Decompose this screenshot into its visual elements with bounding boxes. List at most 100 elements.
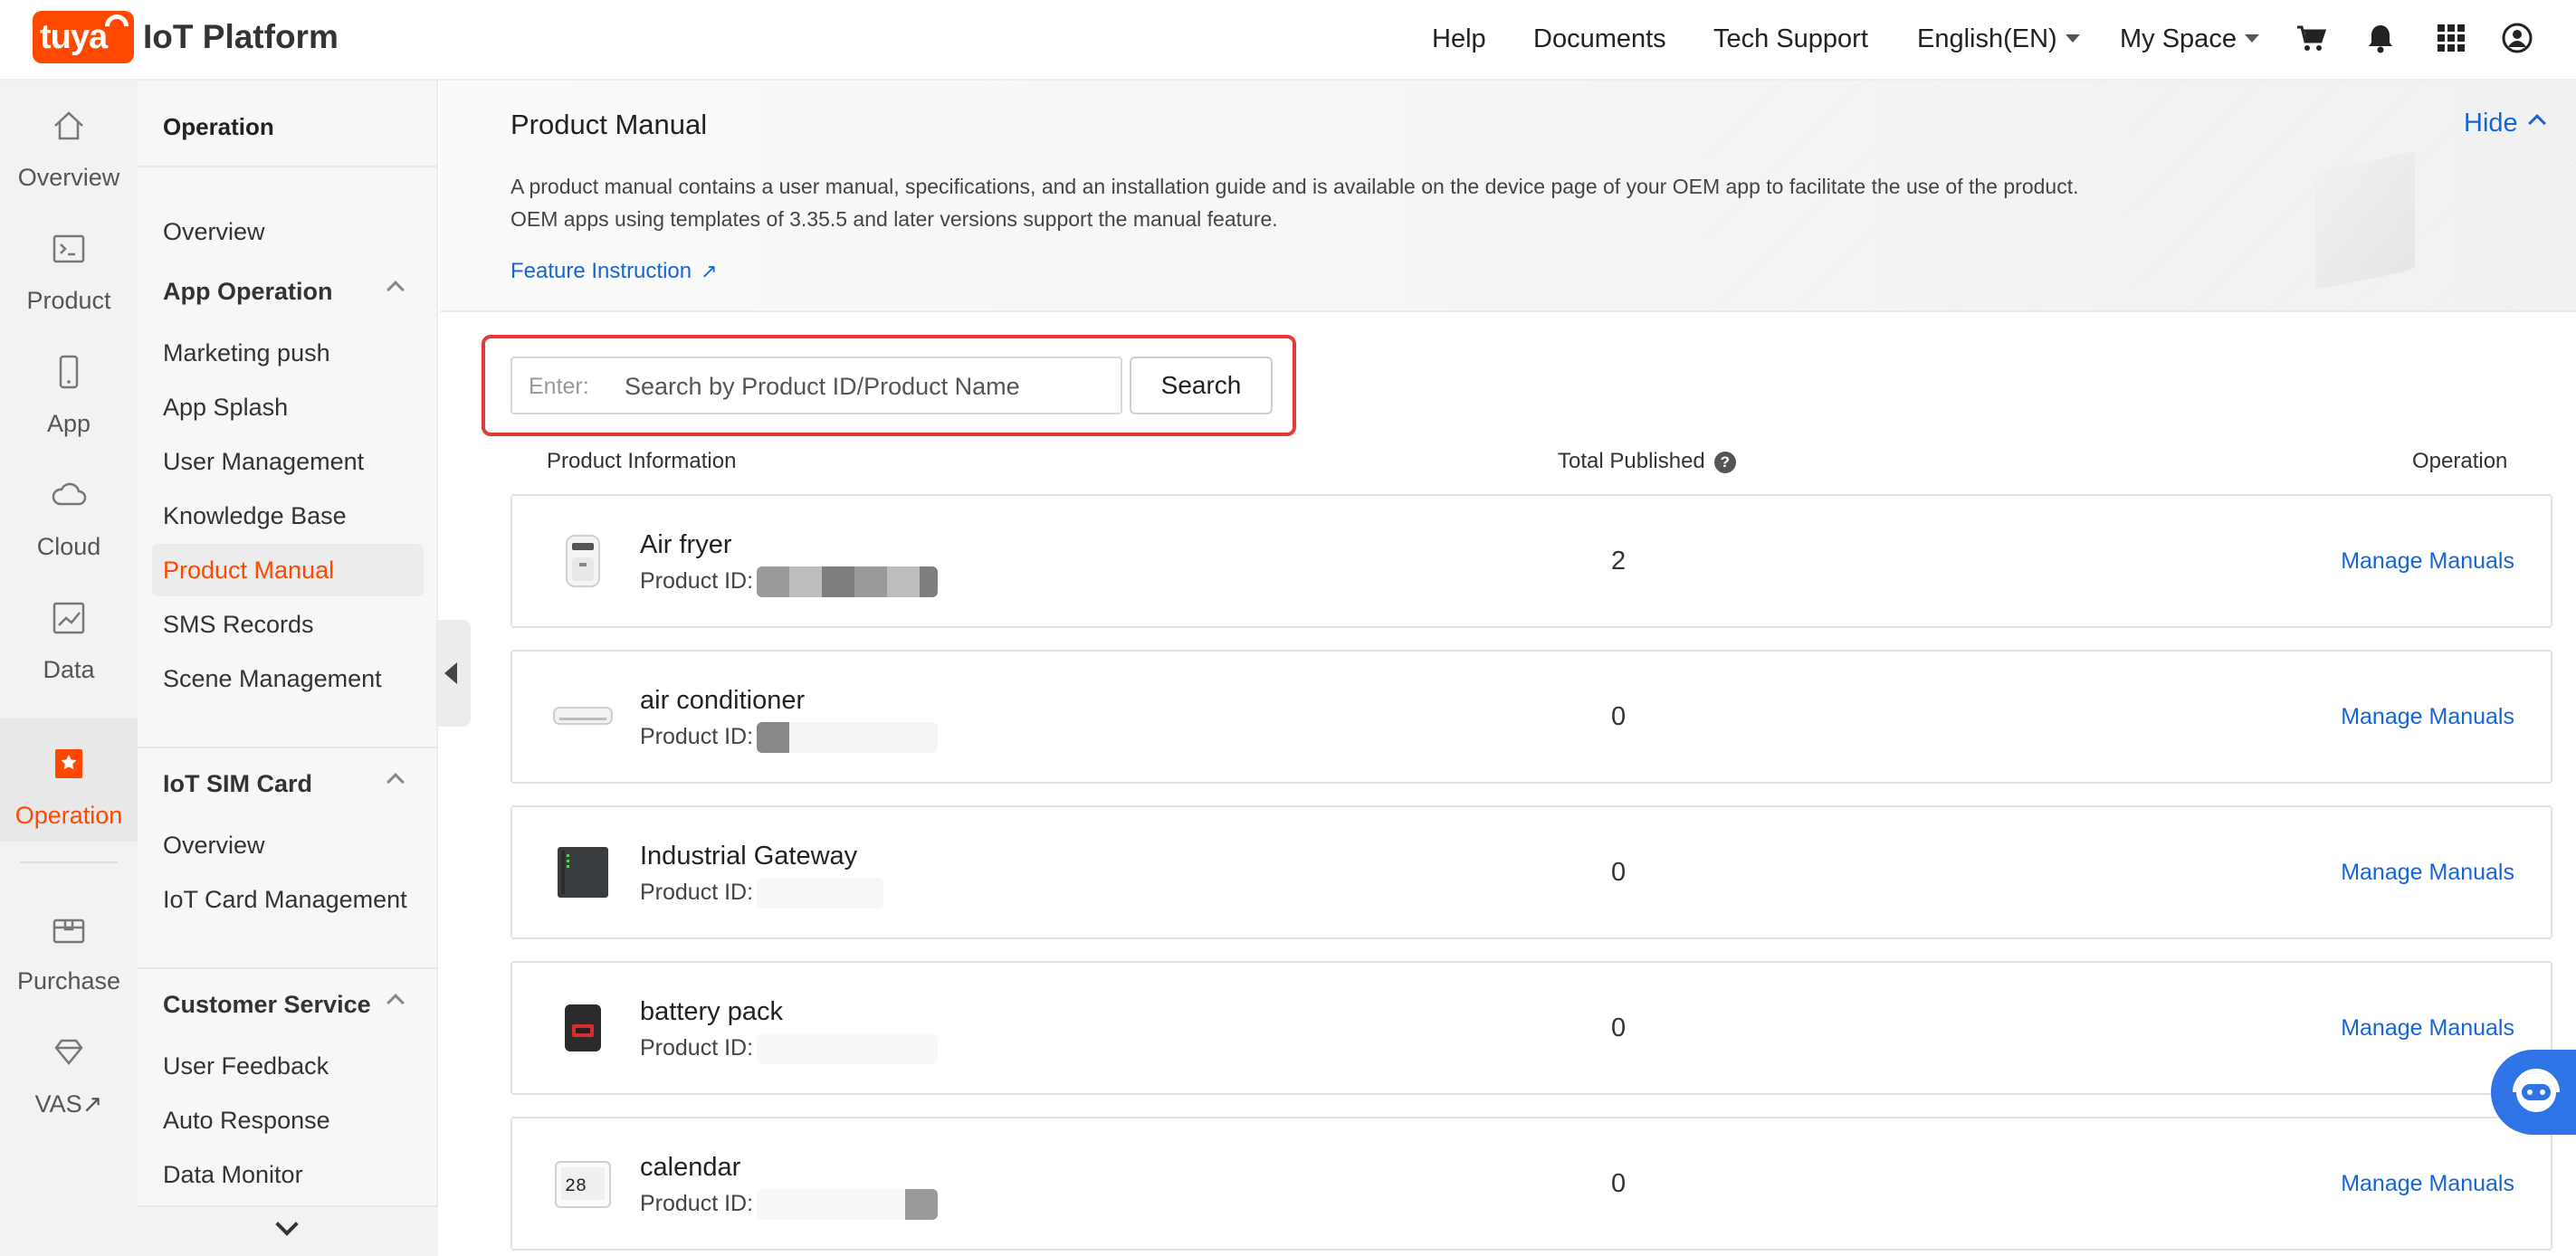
search-prefix: Enter: bbox=[529, 374, 589, 399]
manage-manuals-link[interactable]: Manage Manuals bbox=[2341, 1171, 2514, 1197]
manage-manuals-link[interactable]: Manage Manuals bbox=[2341, 860, 2514, 886]
rail-item-operation[interactable]: Operation bbox=[0, 718, 138, 842]
chevron-down-icon bbox=[275, 1213, 299, 1236]
logo-badge-text: tuya bbox=[40, 18, 108, 56]
sidebar-item-sim-overview[interactable]: Overview bbox=[163, 832, 265, 860]
calendar-thumbnail: 28 bbox=[555, 1161, 611, 1208]
product-id-label: Product ID: bbox=[640, 880, 754, 905]
hide-banner-link[interactable]: Hide bbox=[2464, 109, 2546, 138]
description-line-1: A product manual contains a user manual,… bbox=[510, 175, 2079, 198]
chart-icon bbox=[52, 602, 85, 634]
manage-manuals-link[interactable]: Manage Manuals bbox=[2341, 704, 2514, 730]
primary-rail: Overview Product App Cloud Data Operatio… bbox=[0, 81, 138, 1256]
rail-label: Purchase bbox=[16, 967, 121, 994]
chevron-down-icon bbox=[2065, 33, 2080, 43]
product-id-label: Product ID: bbox=[640, 568, 754, 594]
divider bbox=[138, 166, 438, 167]
sidebar-item-auto-response[interactable]: Auto Response bbox=[163, 1107, 330, 1135]
home-icon bbox=[54, 111, 83, 140]
help-icon[interactable]: ? bbox=[1713, 451, 1736, 473]
chevron-up-icon bbox=[386, 773, 405, 791]
collapse-sidebar-button[interactable] bbox=[438, 620, 471, 727]
sidebar-item-knowledge-base[interactable]: Knowledge Base bbox=[163, 502, 347, 530]
bell-icon[interactable] bbox=[2364, 22, 2397, 54]
redacted-product-id bbox=[757, 1033, 938, 1064]
product-id-label: Product ID: bbox=[640, 1035, 754, 1061]
manage-manuals-link[interactable]: Manage Manuals bbox=[2341, 1015, 2514, 1042]
chevron-up-icon bbox=[386, 994, 405, 1012]
rail-label: Product bbox=[26, 287, 111, 314]
rail-label: Cloud bbox=[36, 533, 101, 560]
bookmark-icon bbox=[55, 749, 82, 778]
caret-left-icon bbox=[444, 662, 457, 684]
feature-instruction-link[interactable]: Feature Instruction ↗ bbox=[510, 259, 718, 284]
table-row: Air fryer Product ID: 2 Manage Manuals bbox=[510, 494, 2552, 628]
rail-item-data[interactable]: Data bbox=[0, 573, 138, 696]
sidebar-item-app-splash[interactable]: App Splash bbox=[163, 394, 288, 422]
tuya-logo[interactable]: tuya bbox=[33, 9, 134, 63]
sidebar-group-app-operation[interactable]: App Operation bbox=[163, 278, 405, 306]
box-icon bbox=[52, 918, 85, 944]
sidebar-group-customer-service[interactable]: Customer Service bbox=[163, 991, 405, 1019]
rail-divider bbox=[20, 861, 118, 863]
table-row: Industrial Gateway Product ID: 0 Manage … bbox=[510, 805, 2552, 939]
total-published-count: 0 bbox=[1611, 702, 1627, 731]
total-published-count: 0 bbox=[1611, 1169, 1627, 1198]
divider bbox=[138, 747, 438, 748]
column-header-product-information: Product Information bbox=[547, 449, 737, 473]
rail-item-vas[interactable]: VAS↗ bbox=[0, 1007, 138, 1130]
sidebar-item-sms-records[interactable]: SMS Records bbox=[163, 611, 314, 639]
rail-item-cloud[interactable]: Cloud bbox=[0, 450, 138, 573]
search-button[interactable]: Search bbox=[1130, 357, 1273, 414]
sidebar-scroll-more[interactable] bbox=[138, 1205, 438, 1256]
product-name: air conditioner bbox=[640, 686, 806, 715]
banner-description: A product manual contains a user manual,… bbox=[510, 170, 2366, 235]
external-link-icon: ↗ bbox=[701, 260, 718, 282]
platform-title[interactable]: IoT Platform bbox=[143, 18, 339, 56]
feature-link-label: Feature Instruction bbox=[510, 259, 692, 283]
sidebar-item-product-manual[interactable]: Product Manual bbox=[152, 544, 424, 596]
sidebar-item-iot-card-management[interactable]: IoT Card Management bbox=[163, 886, 407, 914]
search-input[interactable] bbox=[625, 366, 1113, 407]
group-label: IoT SIM Card bbox=[163, 770, 313, 797]
sidebar-item-overview[interactable]: Overview bbox=[163, 218, 265, 246]
redacted-product-id bbox=[757, 566, 938, 597]
nav-documents[interactable]: Documents bbox=[1533, 24, 1666, 54]
table-row: battery pack Product ID: 0 Manage Manual… bbox=[510, 961, 2552, 1095]
my-space-selector[interactable]: My Space bbox=[2120, 24, 2259, 54]
manage-manuals-link[interactable]: Manage Manuals bbox=[2341, 548, 2514, 575]
top-header: tuya IoT Platform Help Documents Tech Su… bbox=[0, 0, 2576, 81]
rail-label: Overview bbox=[17, 164, 120, 191]
sidebar-item-marketing-push[interactable]: Marketing push bbox=[163, 339, 330, 367]
table-row: air conditioner Product ID: 0 Manage Man… bbox=[510, 650, 2552, 784]
column-header-operation: Operation bbox=[2412, 449, 2508, 473]
total-published-count: 0 bbox=[1611, 858, 1627, 887]
nav-tech-support[interactable]: Tech Support bbox=[1713, 24, 1868, 54]
rail-label: App bbox=[46, 410, 91, 437]
cart-icon[interactable] bbox=[2295, 22, 2327, 54]
rail-item-product[interactable]: Product bbox=[0, 204, 138, 327]
sidebar-group-iot-sim-card[interactable]: IoT SIM Card bbox=[163, 770, 405, 798]
nav-help[interactable]: Help bbox=[1432, 24, 1486, 54]
rail-item-app[interactable]: App bbox=[0, 327, 138, 450]
language-selector[interactable]: English(EN) bbox=[1917, 24, 2080, 54]
support-chat-button[interactable] bbox=[2491, 1050, 2576, 1135]
redacted-product-id bbox=[757, 722, 938, 753]
sidebar-item-scene-management[interactable]: Scene Management bbox=[163, 665, 382, 693]
product-name: battery pack bbox=[640, 997, 783, 1026]
robot-support-icon bbox=[2513, 1069, 2560, 1112]
rail-item-overview[interactable]: Overview bbox=[0, 81, 138, 204]
sidebar-item-user-feedback[interactable]: User Feedback bbox=[163, 1052, 329, 1080]
sidebar-item-data-monitor[interactable]: Data Monitor bbox=[163, 1161, 303, 1189]
rail-item-purchase[interactable]: Purchase bbox=[0, 884, 138, 1007]
total-published-count: 0 bbox=[1611, 1013, 1627, 1042]
diamond-icon bbox=[54, 1039, 83, 1065]
air-conditioner-thumbnail bbox=[553, 707, 613, 725]
apps-grid-icon[interactable] bbox=[2435, 22, 2467, 54]
language-label: English(EN) bbox=[1917, 24, 2057, 53]
search-field[interactable]: Enter: bbox=[510, 357, 1122, 414]
sidebar-item-user-management[interactable]: User Management bbox=[163, 448, 364, 476]
user-account-icon[interactable] bbox=[2501, 22, 2533, 54]
rail-label: Data bbox=[43, 656, 95, 683]
hide-label: Hide bbox=[2464, 109, 2518, 138]
